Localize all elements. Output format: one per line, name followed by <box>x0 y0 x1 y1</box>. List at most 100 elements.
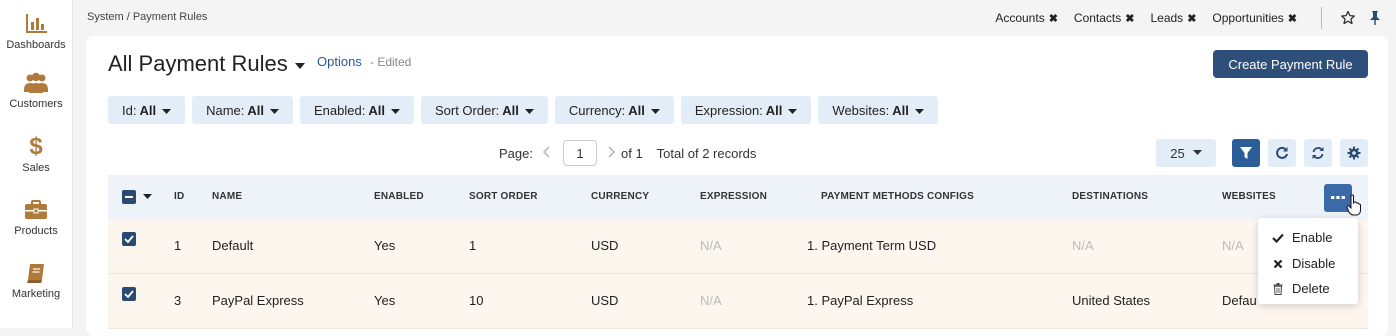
menu-item-enable[interactable]: Enable <box>1272 230 1332 245</box>
edited-label: - Edited <box>370 55 412 69</box>
chevron-right-icon[interactable] <box>607 145 616 161</box>
refresh-button[interactable] <box>1268 139 1296 167</box>
dollar-icon: $ <box>29 133 43 160</box>
funnel-icon <box>1239 146 1253 160</box>
chevron-down-icon[interactable] <box>143 194 152 200</box>
sidebar-item-sales[interactable]: $ Sales <box>0 133 72 175</box>
users-icon <box>0 71 72 95</box>
table-row[interactable]: 1 Default Yes 1 USD N/A 1. Payment Term … <box>108 219 1368 274</box>
grid-settings-button[interactable] <box>1340 139 1368 167</box>
filter-expression[interactable]: Expression: All <box>680 96 812 124</box>
chevron-down-icon <box>390 103 400 118</box>
cell-payment-methods: 1. Payment Term USD <box>807 238 937 253</box>
quick-link-leads[interactable]: Leads ✖ <box>1150 11 1196 25</box>
star-icon[interactable] <box>1340 10 1356 26</box>
filter-bar: Id: All Name: All Enabled: All Sort Order: A… <box>108 96 945 124</box>
cell-expression: N/A <box>700 238 722 253</box>
chevron-down-icon <box>650 103 660 118</box>
column-header-id[interactable]: ID <box>174 191 184 202</box>
sidebar-item-label: Customers <box>9 98 63 110</box>
sync-icon <box>1311 146 1325 160</box>
chevron-down-icon <box>270 103 280 118</box>
filter-name[interactable]: Name: All <box>192 96 294 124</box>
cell-payment-methods: 1. PayPal Express <box>807 293 914 308</box>
refresh-icon <box>1275 146 1289 160</box>
column-header-websites[interactable]: WEBSITES <box>1222 191 1276 202</box>
cell-name: Default <box>212 238 254 253</box>
sidebar-item-label: Sales <box>22 162 50 174</box>
grid-toolbar: 25 <box>1156 139 1368 167</box>
cell-enabled: Yes <box>374 293 396 308</box>
reset-button[interactable] <box>1304 139 1332 167</box>
per-page-select[interactable]: 25 <box>1156 139 1216 167</box>
cell-websites: Defau <box>1222 293 1257 308</box>
sidebar-item-label: Marketing <box>11 288 61 300</box>
book-icon <box>0 261 72 285</box>
cell-sort-order: 10 <box>469 293 484 308</box>
filter-enabled[interactable]: Enabled: All <box>300 96 414 124</box>
sidebar-item-products[interactable]: Products <box>0 198 72 237</box>
filter-sort-order[interactable]: Sort Order: All <box>420 96 548 124</box>
sidebar-item-dashboards[interactable]: Dashboards <box>0 12 72 51</box>
briefcase-icon <box>0 198 72 222</box>
chevron-down-icon <box>914 103 924 118</box>
close-icon[interactable]: ✖ <box>1125 12 1134 25</box>
quick-link-opportunities[interactable]: Opportunities ✖ <box>1212 11 1297 25</box>
create-payment-rule-button[interactable]: Create Payment Rule <box>1213 50 1368 78</box>
quick-link-contacts[interactable]: Contacts ✖ <box>1074 11 1135 25</box>
close-icon[interactable]: ✖ <box>1049 12 1058 25</box>
bar-chart-icon <box>0 12 72 36</box>
column-header-name[interactable]: NAME <box>212 191 242 202</box>
topbar: System / Payment Rules Accounts ✖ Contact… <box>72 0 1396 36</box>
page-count: of 1 <box>620 145 643 161</box>
table-header: ID NAME ENABLED SORT ORDER CURRENCY EXPR… <box>108 175 1368 219</box>
sidebar-item-customers[interactable]: Customers <box>0 71 72 110</box>
chevron-down-icon <box>524 103 534 118</box>
gear-icon <box>1347 146 1361 160</box>
filter-websites[interactable]: Websites: All <box>818 96 938 124</box>
x-icon <box>1272 259 1284 269</box>
breadcrumb: System / Payment Rules <box>87 11 208 23</box>
row-checkbox[interactable] <box>122 287 136 301</box>
column-header-destinations[interactable]: DESTINATIONS <box>1072 191 1148 202</box>
close-icon[interactable]: ✖ <box>1187 12 1196 25</box>
pin-icon[interactable] <box>1368 10 1382 26</box>
page-label: Page: <box>499 145 533 161</box>
select-all-checkbox[interactable] <box>122 190 136 204</box>
chevron-down-icon[interactable] <box>294 57 306 75</box>
hand-cursor-icon <box>1346 194 1362 221</box>
chevron-down-icon <box>1192 150 1202 156</box>
options-link[interactable]: Options <box>317 54 362 69</box>
filter-toggle-button[interactable] <box>1232 139 1260 167</box>
column-header-enabled[interactable]: ENABLED <box>374 191 424 202</box>
sidebar-item-label: Products <box>14 225 58 237</box>
menu-item-delete[interactable]: Delete <box>1272 281 1330 296</box>
close-icon[interactable]: ✖ <box>1288 12 1297 25</box>
sidebar-item-label: Dashboards <box>6 39 66 51</box>
sidebar-item-marketing[interactable]: Marketing <box>0 261 72 300</box>
quick-links: Accounts ✖ Contacts ✖ Leads ✖ Opportunities… <box>995 0 1396 36</box>
chevron-down-icon <box>162 103 172 118</box>
table-row[interactable]: 3 PayPal Express Yes 10 USD N/A 1. PayPa… <box>108 274 1368 329</box>
cell-enabled: Yes <box>374 238 396 253</box>
filter-currency[interactable]: Currency: All <box>554 96 674 124</box>
column-header-sort-order[interactable]: SORT ORDER <box>469 191 538 202</box>
column-header-currency[interactable]: CURRENCY <box>591 191 649 202</box>
row-checkbox[interactable] <box>122 232 136 246</box>
page-number-input[interactable] <box>562 140 597 166</box>
pager: Page: of 1 Total of 2 records <box>499 138 756 168</box>
filter-id[interactable]: Id: All <box>108 96 186 124</box>
cell-currency: USD <box>591 238 619 253</box>
cell-websites: N/A <box>1222 238 1244 253</box>
quick-link-accounts[interactable]: Accounts ✖ <box>995 11 1058 25</box>
cell-currency: USD <box>591 293 619 308</box>
page-title: All Payment Rules <box>108 51 288 76</box>
column-header-payment-methods-configs[interactable]: PAYMENT METHODS CONFIGS <box>821 191 974 202</box>
cell-sort-order: 1 <box>469 238 477 253</box>
chevron-left-icon[interactable] <box>542 145 551 161</box>
column-header-expression[interactable]: EXPRESSION <box>700 191 767 202</box>
cell-name: PayPal Express <box>212 293 304 308</box>
sidebar: Dashboards Customers $ Sales Products Ma… <box>0 0 73 328</box>
trash-icon <box>1272 282 1284 295</box>
menu-item-disable[interactable]: Disable <box>1272 256 1335 271</box>
